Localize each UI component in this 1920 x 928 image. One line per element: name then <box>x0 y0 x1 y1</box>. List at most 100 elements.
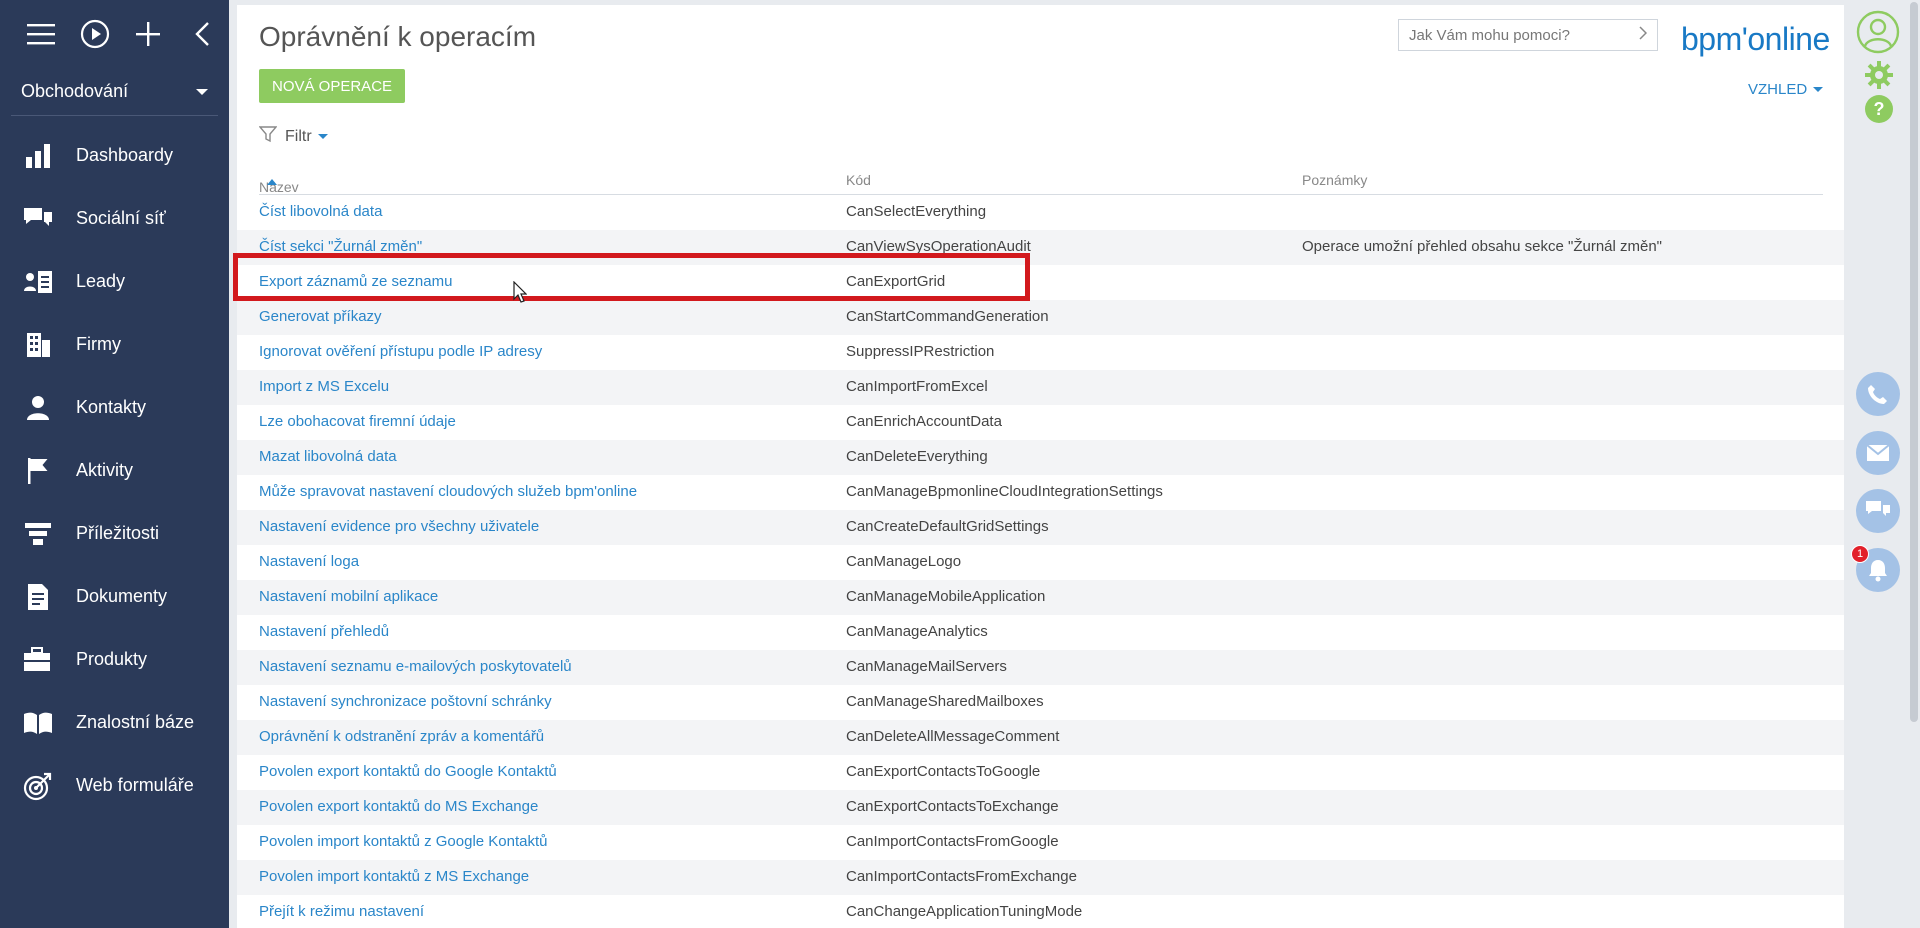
book-icon <box>0 711 76 735</box>
sidebar-item-knowledge-base[interactable]: Znalostní báze <box>0 691 229 754</box>
sidebar-item-label: Příležitosti <box>76 523 160 543</box>
funnel-icon <box>0 521 76 547</box>
operation-name-link[interactable]: Oprávnění k odstranění zpráv a komentářů <box>259 728 544 745</box>
operation-code: CanManageAnalytics <box>846 623 988 640</box>
target-icon <box>0 771 76 801</box>
sidebar-item-social[interactable]: Sociální síť <box>0 187 229 250</box>
table-row[interactable]: Nastavení synchronizace poštovní schránk… <box>237 685 1844 720</box>
table-row[interactable]: Mazat libovolná data CanDeleteEverything <box>237 440 1844 475</box>
filter-label: Filtr <box>285 127 312 145</box>
collapse-chevron-left-icon[interactable] <box>175 14 229 54</box>
operation-name-link[interactable]: Může spravovat nastavení cloudových služ… <box>259 483 637 500</box>
operation-code: CanManageMobileApplication <box>846 588 1046 605</box>
hamburger-menu-icon[interactable] <box>14 14 68 54</box>
operation-name-link[interactable]: Číst libovolná data <box>259 203 382 220</box>
scrollbar-thumb[interactable] <box>1910 2 1918 722</box>
sidebar-item-label: Znalostní báze <box>76 712 195 732</box>
sidebar-item-products[interactable]: Produkty <box>0 628 229 691</box>
chevron-right-icon <box>1639 26 1648 44</box>
building-icon <box>0 332 76 358</box>
table-row[interactable]: Povolen import kontaktů z Google Kontakt… <box>237 825 1844 860</box>
mouse-cursor-icon <box>513 280 528 308</box>
flag-icon <box>0 457 76 485</box>
view-menu-label: VZHLED <box>1748 81 1808 98</box>
bar-chart-icon <box>0 143 76 169</box>
operation-name-link[interactable]: Ignorovat ověření přístupu podle IP adre… <box>259 343 542 360</box>
operation-name-link[interactable]: Povolen import kontaktů z MS Exchange <box>259 868 529 885</box>
operation-name-link[interactable]: Nastavení evidence pro všechny uživatele <box>259 518 539 535</box>
operation-name-link[interactable]: Povolen export kontaktů do MS Exchange <box>259 798 538 815</box>
operation-name-link[interactable]: Import z MS Excelu <box>259 378 389 395</box>
help-search-input[interactable]: Jak Vám mohu pomoci? <box>1398 19 1658 51</box>
operation-code: SuppressIPRestriction <box>846 343 995 360</box>
sidebar-item-activities[interactable]: Aktivity <box>0 439 229 502</box>
user-profile-icon[interactable] <box>1856 10 1900 54</box>
table-row[interactable]: Číst libovolná data CanSelectEverything <box>237 195 1844 230</box>
table-row[interactable]: Povolen export kontaktů do Google Kontak… <box>237 755 1844 790</box>
operation-name-link[interactable]: Povolen import kontaktů z Google Kontakt… <box>259 833 548 850</box>
sidebar-item-label: Dashboardy <box>76 145 174 165</box>
table-row[interactable]: Může spravovat nastavení cloudových služ… <box>237 475 1844 510</box>
email-icon[interactable] <box>1856 431 1900 475</box>
phone-icon[interactable] <box>1856 372 1900 416</box>
operation-name-link[interactable]: Nastavení mobilní aplikace <box>259 588 438 605</box>
sidebar-item-documents[interactable]: Dokumenty <box>0 565 229 628</box>
operation-name-link[interactable]: Nastavení synchronizace poštovní schránk… <box>259 693 552 710</box>
chevron-down-icon <box>1813 87 1824 92</box>
gear-icon[interactable] <box>1864 60 1894 90</box>
table-row[interactable]: Nastavení přehledů CanManageAnalytics <box>237 615 1844 650</box>
filter-button[interactable]: Filtr <box>258 125 328 148</box>
chevron-down-icon <box>317 134 328 139</box>
column-header-notes[interactable]: Poznámky <box>1302 172 1367 188</box>
operation-code: CanImportContactsFromExchange <box>846 868 1077 885</box>
sidebar-item-leads[interactable]: Leady <box>0 250 229 313</box>
operation-name-link[interactable]: Nastavení loga <box>259 553 359 570</box>
table-row[interactable]: Export záznamů ze seznamu CanExportGrid <box>237 265 1844 300</box>
page-scrollbar[interactable] <box>1908 0 1920 928</box>
table-row[interactable]: Nastavení evidence pro všechny uživatele… <box>237 510 1844 545</box>
table-row[interactable]: Přejít k režimu nastavení CanChangeApplic… <box>237 895 1844 928</box>
operation-name-link[interactable]: Číst sekci "Žurnál změn" <box>259 238 422 255</box>
table-row[interactable]: Import z MS Excelu CanImportFromExcel <box>237 370 1844 405</box>
help-question-icon[interactable]: ? <box>1864 94 1894 124</box>
table-row[interactable]: Nastavení mobilní aplikace CanManageMobil… <box>237 580 1844 615</box>
operation-name-link[interactable]: Lze obohacovat firemní údaje <box>259 413 456 430</box>
column-header-label: Název <box>259 179 299 195</box>
sidebar-item-opportunities[interactable]: Příležitosti <box>0 502 229 565</box>
sidebar-item-contacts[interactable]: Kontakty <box>0 376 229 439</box>
operation-code: CanImportFromExcel <box>846 378 988 395</box>
table-row[interactable]: Nastavení seznamu e-mailových poskytovat… <box>237 650 1844 685</box>
table-row[interactable]: Povolen import kontaktů z MS Exchange Can… <box>237 860 1844 895</box>
table-row[interactable]: Číst sekci "Žurnál změn" CanViewSysOperat… <box>237 230 1844 265</box>
operation-name-link[interactable]: Export záznamů ze seznamu <box>259 273 452 290</box>
play-process-icon[interactable] <box>68 14 122 54</box>
bpmonline-logo: bpm'online <box>1681 21 1830 57</box>
column-header-code[interactable]: Kód <box>846 172 871 188</box>
operation-code: CanExportGrid <box>846 273 946 290</box>
table-row[interactable]: Nastavení loga CanManageLogo <box>237 545 1844 580</box>
table-row[interactable]: Lze obohacovat firemní údaje CanEnrichAcc… <box>237 405 1844 440</box>
table-row[interactable]: Oprávnění k odstranění zpráv a komentářů… <box>237 720 1844 755</box>
sidebar-item-accounts[interactable]: Firmy <box>0 313 229 376</box>
operation-name-link[interactable]: Přejít k režimu nastavení <box>259 903 424 920</box>
operation-name-link[interactable]: Povolen export kontaktů do Google Kontak… <box>259 763 557 780</box>
new-operation-button[interactable]: NOVÁ OPERACE <box>259 69 406 103</box>
workplace-selector[interactable]: Obchodování <box>11 68 218 116</box>
operation-name-link[interactable]: Nastavení seznamu e-mailových poskytovat… <box>259 658 572 675</box>
sidebar-item-label: Kontakty <box>76 397 147 417</box>
table-row[interactable]: Povolen export kontaktů do MS Exchange Ca… <box>237 790 1844 825</box>
operation-code: CanManageSharedMailboxes <box>846 693 1044 710</box>
table-row[interactable]: Ignorovat ověření přístupu podle IP adre… <box>237 335 1844 370</box>
operation-name-link[interactable]: Generovat příkazy <box>259 308 382 325</box>
operation-name-link[interactable]: Nastavení přehledů <box>259 623 389 640</box>
chat-icon[interactable] <box>1856 489 1900 533</box>
view-menu-button[interactable]: VZHLED <box>1748 81 1824 98</box>
sidebar-toolbar <box>0 0 229 68</box>
operation-name-link[interactable]: Mazat libovolná data <box>259 448 397 465</box>
add-icon[interactable] <box>122 14 176 54</box>
sidebar-item-web-forms[interactable]: Web formuláře <box>0 754 229 817</box>
sidebar-item-label: Produkty <box>76 649 148 669</box>
sidebar-item-dashboards[interactable]: Dashboardy <box>0 124 229 187</box>
right-toolbar: ? 1 <box>1850 0 1906 928</box>
table-row[interactable]: Generovat příkazy CanStartCommandGenerati… <box>237 300 1844 335</box>
